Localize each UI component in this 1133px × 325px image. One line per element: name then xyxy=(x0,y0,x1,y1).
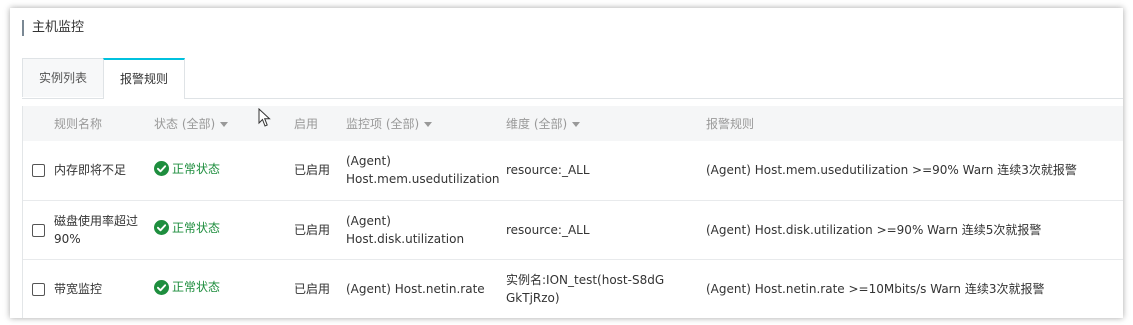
header-status-filter[interactable]: 状态 (全部) xyxy=(154,106,294,141)
alarm-rules-table: 规则名称 状态 (全部) 启用 监控项 (全部) 维度 (全部) 报警规则 内存… xyxy=(22,106,1123,318)
rule-name: 磁盘使用率超过90% xyxy=(54,200,154,259)
enabled-state: 已启用 xyxy=(294,163,331,178)
row-checkbox[interactable] xyxy=(32,164,45,178)
row-checkbox[interactable] xyxy=(32,282,45,296)
status-cell: 正常状态 xyxy=(154,200,294,259)
tab-instance-list[interactable]: 实例列表 xyxy=(22,58,104,97)
metric: (Agent) Host.disk.utilization xyxy=(346,200,506,259)
row-checkbox-cell xyxy=(23,259,54,318)
header-metric-filter[interactable]: 监控项 (全部) xyxy=(346,106,506,141)
table-row: 磁盘使用率超过90% 正常状态 已启用 (Agent) Host.disk.ut… xyxy=(23,200,1123,259)
check-circle-icon xyxy=(154,220,169,236)
metric-text: (Agent) Host.disk.utilization xyxy=(346,213,465,246)
header-metric-label: 监控项 (全部) xyxy=(346,117,420,131)
metric: (Agent) Host.mem.usedutilization xyxy=(346,141,506,200)
check-circle-icon xyxy=(154,279,169,295)
header-rule-name: 规则名称 xyxy=(54,117,103,131)
rule-name: 内存即将不足 xyxy=(54,163,127,178)
dimension: resource:_ALL xyxy=(506,163,590,178)
check-circle-icon xyxy=(154,161,169,176)
enabled-state: 已启用 xyxy=(294,281,331,296)
caret-down-icon xyxy=(572,122,581,127)
table-row: 带宽监控 正常状态 已启用 (Agent) Host.netin.rate 实例… xyxy=(23,259,1123,318)
page-title: 主机监控 xyxy=(22,20,84,36)
alarm-rule: (Agent) Host.disk.utilization >=90% Warn… xyxy=(706,222,1042,237)
status-cell: 正常状态 xyxy=(154,259,294,318)
status-badge: 正常状态 xyxy=(154,160,220,178)
rule-name-text: 磁盘使用率超过90% xyxy=(54,213,139,246)
rule-name: 带宽监控 xyxy=(54,281,103,296)
dimension-text: 实例名:ION_test(host-S8dGGkTjRzo) xyxy=(506,272,665,305)
row-checkbox-cell xyxy=(23,200,54,259)
caret-down-icon xyxy=(220,122,229,127)
status-text: 正常状态 xyxy=(172,220,221,235)
header-enabled: 启用 xyxy=(294,117,319,131)
header-alarm-rule: 报警规则 xyxy=(706,117,755,131)
alarm-rule: (Agent) Host.netin.rate >=10Mbits/s Warn… xyxy=(706,281,1045,296)
status-cell: 正常状态 xyxy=(154,141,294,200)
host-monitor-panel: 主机监控 实例列表 报警规则 规则名称 状态 (全部) 启用 监控项 (全部) … xyxy=(10,8,1123,318)
table-header-row: 规则名称 状态 (全部) 启用 监控项 (全部) 维度 (全部) 报警规则 xyxy=(23,106,1123,141)
metric: (Agent) Host.netin.rate xyxy=(346,281,485,296)
header-checkbox-cell xyxy=(23,106,54,141)
row-checkbox-cell xyxy=(23,141,54,200)
enabled-state: 已启用 xyxy=(294,222,331,237)
status-badge: 正常状态 xyxy=(154,219,220,237)
status-badge: 正常状态 xyxy=(154,278,220,296)
header-dimension-filter[interactable]: 维度 (全部) xyxy=(506,106,706,141)
header-status-label: 状态 (全部) xyxy=(154,117,216,131)
row-checkbox[interactable] xyxy=(32,223,45,237)
status-text: 正常状态 xyxy=(172,161,221,176)
tab-bar: 实例列表 报警规则 xyxy=(22,58,1123,99)
metric-text: (Agent) Host.mem.usedutilization xyxy=(346,154,500,187)
caret-down-icon xyxy=(424,122,433,127)
dimension: 实例名:ION_test(host-S8dGGkTjRzo) xyxy=(506,259,706,318)
dimension: resource:_ALL xyxy=(506,222,590,237)
header-dimension-label: 维度 (全部) xyxy=(506,117,568,131)
tab-alarm-rules[interactable]: 报警规则 xyxy=(103,58,185,99)
table-row: 内存即将不足 正常状态 已启用 (Agent) Host.mem.useduti… xyxy=(23,141,1123,200)
alarm-rule: (Agent) Host.mem.usedutilization >=90% W… xyxy=(706,163,1077,178)
status-text: 正常状态 xyxy=(172,280,221,294)
